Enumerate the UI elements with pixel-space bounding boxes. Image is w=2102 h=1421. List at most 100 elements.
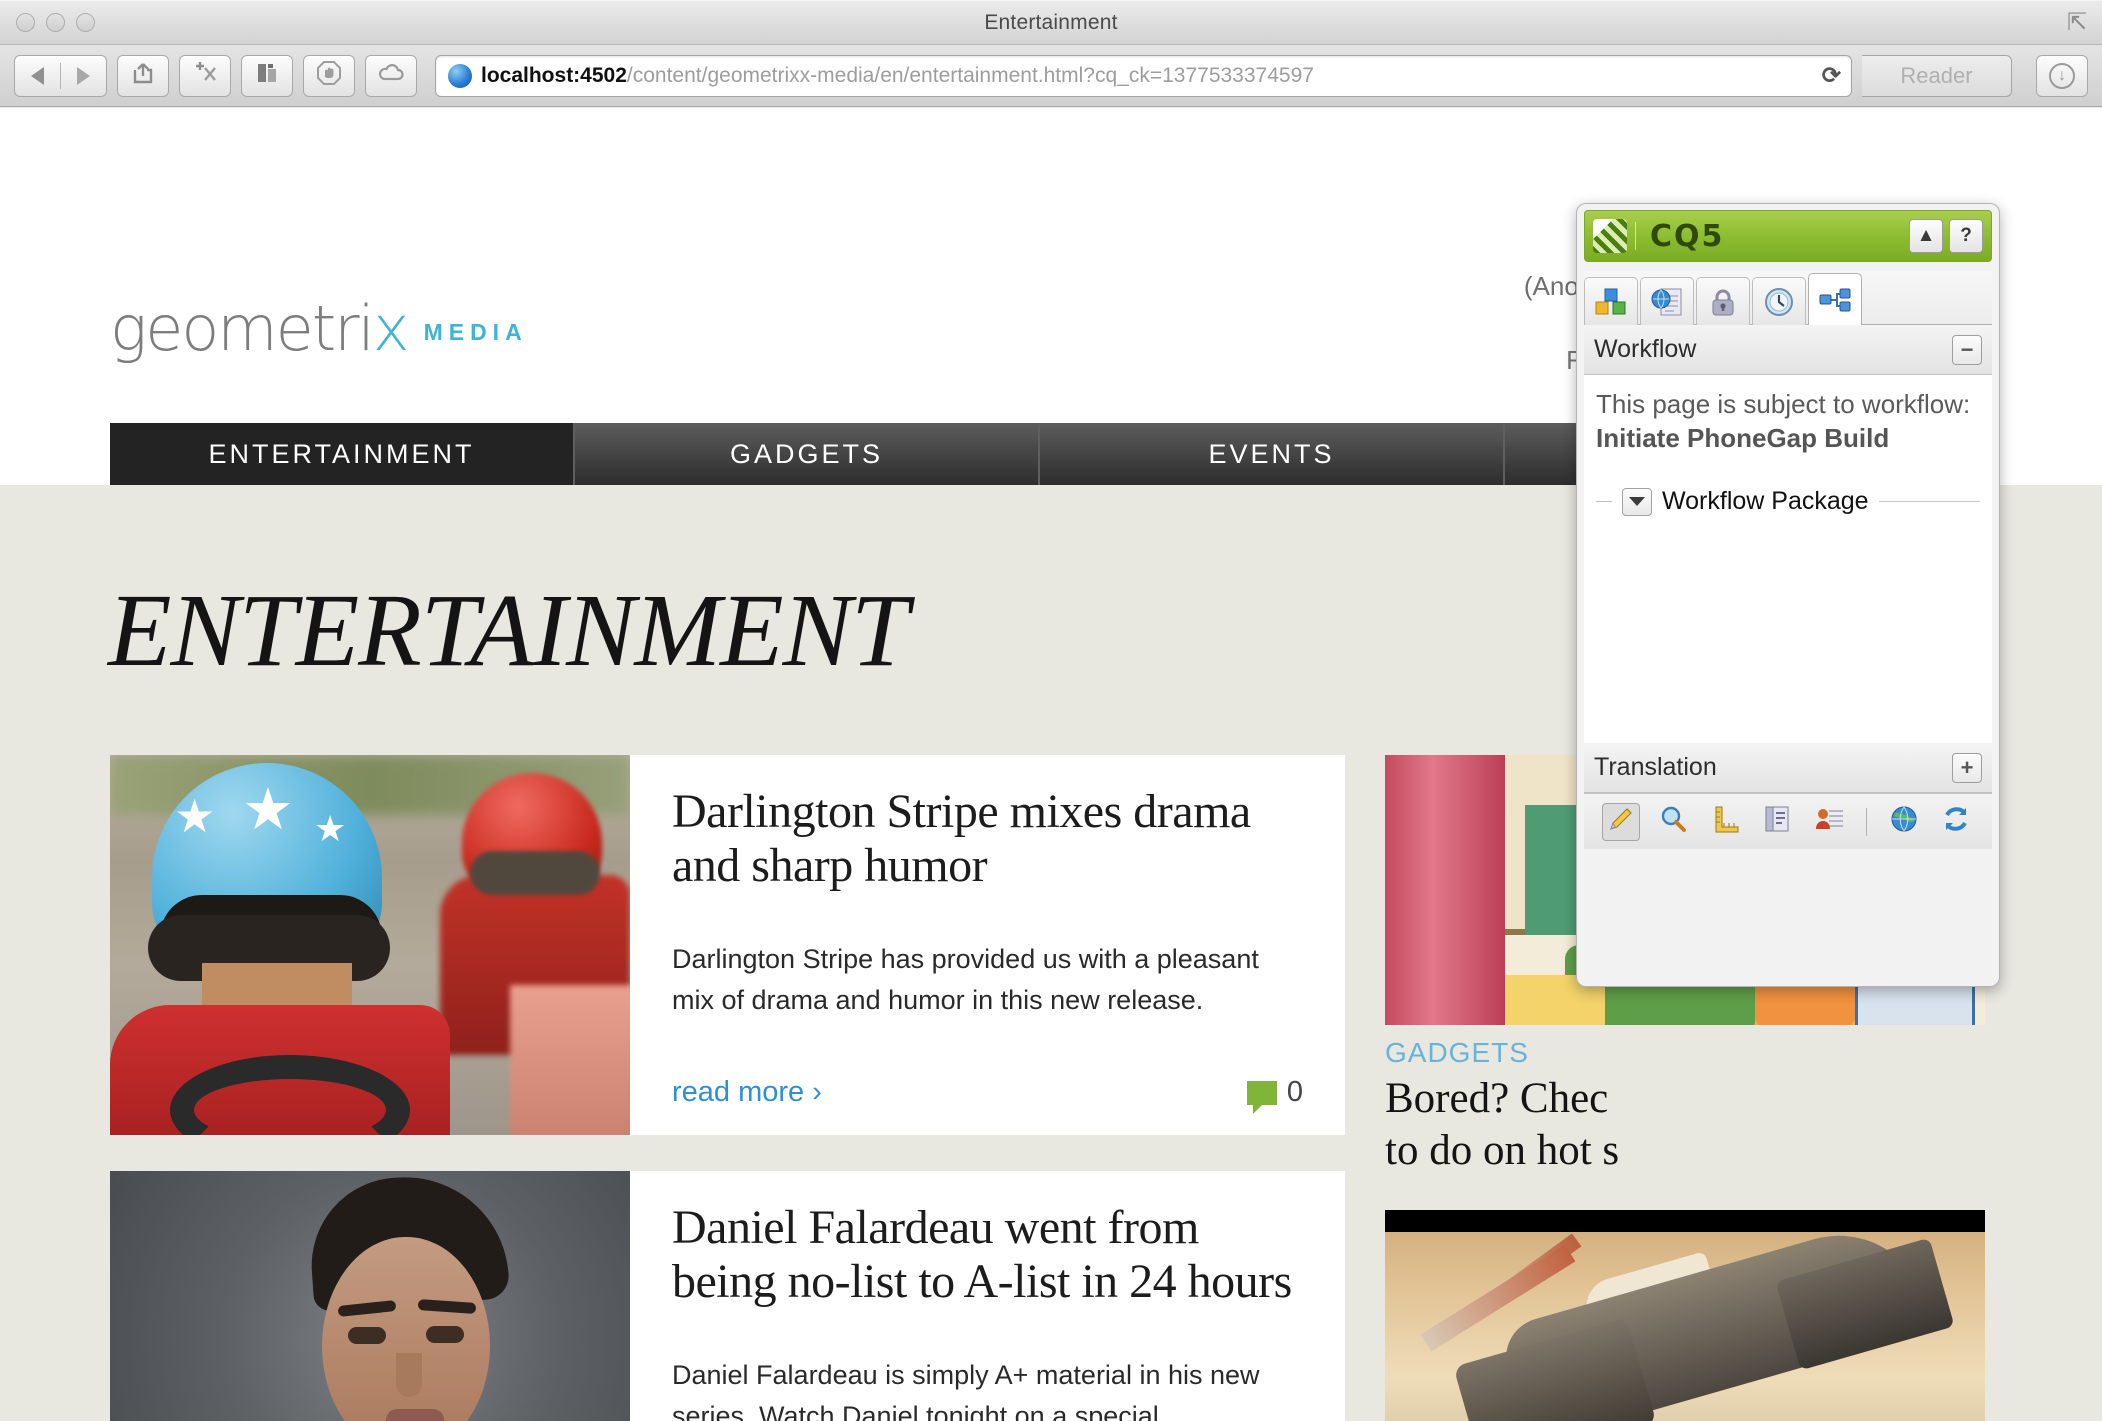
reader-button[interactable]: Reader — [1862, 55, 2012, 97]
article-image — [110, 1171, 630, 1421]
workflow-name: Initiate PhoneGap Build — [1596, 421, 1980, 455]
article-card[interactable]: Daniel Falardeau went from being no-list… — [110, 1171, 1345, 1421]
workflow-notice: This page is subject to workflow: — [1596, 389, 1980, 421]
back-forward-button[interactable] — [14, 55, 107, 97]
fullscreen-icon[interactable]: ⇱ — [2064, 10, 2090, 36]
sidebar-title-line: to do on hot s — [1385, 1125, 1985, 1177]
ruler-icon — [1711, 805, 1739, 838]
browser-toolbar: localhost:4502 /content/geometrixx-media… — [0, 45, 2102, 107]
page-title: ENTERTAINMENT — [108, 571, 908, 690]
article-card[interactable]: ★ ★ ★ — [110, 755, 1345, 1135]
sidebar-image — [1385, 1210, 1985, 1421]
refresh-button[interactable] — [1937, 803, 1975, 841]
design-mode-button[interactable] — [1706, 803, 1744, 841]
translation-section-header[interactable]: Translation + — [1584, 743, 1992, 793]
divider — [1879, 501, 1980, 502]
workflow-package-row[interactable]: Workflow Package — [1596, 487, 1980, 516]
add-bookmark-button[interactable] — [179, 55, 231, 97]
globe-document-icon — [1651, 287, 1683, 317]
cq5-tabstrip — [1584, 271, 1992, 325]
tab-components[interactable] — [1584, 277, 1638, 325]
clock-icon — [1764, 287, 1794, 317]
downloads-button[interactable]: ↓ — [2036, 55, 2088, 97]
cloud-button[interactable] — [365, 55, 417, 97]
tab-security[interactable] — [1696, 277, 1750, 325]
chevron-down-icon[interactable] — [1622, 488, 1652, 516]
cq5-product-name: CQ5 — [1650, 219, 1724, 254]
comment-count: 0 — [1287, 1076, 1303, 1109]
nav-item-gadgets[interactable]: GADGETS — [575, 423, 1040, 485]
browser-window: Entertainment ⇱ — [0, 0, 2102, 1420]
annotate-mode-button[interactable] — [1758, 803, 1796, 841]
url-host: localhost:4502 — [481, 64, 627, 88]
tab-workflow[interactable] — [1808, 273, 1862, 325]
forward-button[interactable] — [61, 56, 106, 96]
comment-count-group[interactable]: 0 — [1247, 1076, 1303, 1109]
help-icon[interactable]: ? — [1949, 219, 1983, 253]
ghostery-icon — [254, 60, 280, 92]
sidebar-title[interactable]: Bored? Chec to do on hot s — [1385, 1073, 1985, 1176]
article-title[interactable]: Daniel Falardeau went from being no-list… — [672, 1201, 1303, 1309]
cq5-titlebar[interactable]: CQ5 ▲ ? — [1584, 210, 1992, 262]
comment-bubble-icon — [1247, 1081, 1277, 1105]
back-arrow-icon — [31, 67, 44, 85]
person-list-icon — [1815, 805, 1843, 838]
address-bar[interactable]: localhost:4502 /content/geometrixx-media… — [435, 55, 1852, 97]
window-titlebar: Entertainment ⇱ — [0, 1, 2102, 45]
nav-item-entertainment[interactable]: ENTERTAINMENT — [110, 423, 575, 485]
sidebar-kicker[interactable]: GADGETS — [1385, 1037, 1985, 1069]
article-body: Daniel Falardeau went from being no-list… — [630, 1171, 1345, 1421]
share-icon — [130, 60, 156, 92]
article-description: Daniel Falardeau is simply A+ material i… — [672, 1355, 1303, 1421]
cq5-mode-toolbar — [1584, 793, 1992, 849]
window-title: Entertainment — [0, 11, 2102, 35]
go-kart-kid-photo: ★ ★ ★ — [110, 755, 630, 1135]
tab-page-properties[interactable] — [1640, 277, 1694, 325]
globe-icon — [1890, 805, 1918, 838]
divider — [1596, 501, 1612, 502]
sidebar-teaser[interactable]: VIDEO GAMES Hit show Paladin to be turne… — [1385, 1210, 1985, 1421]
url-path: /content/geometrixx-media/en/entertainme… — [627, 64, 1314, 88]
nav-item-events[interactable]: EVENTS — [1040, 423, 1505, 485]
workflow-section-label: Workflow — [1594, 335, 1696, 364]
expand-section-icon[interactable]: + — [1952, 753, 1982, 783]
stop-hand-icon — [316, 60, 342, 92]
forward-arrow-icon — [77, 67, 90, 85]
article-body: Darlington Stripe mixes drama and sharp … — [630, 755, 1345, 1135]
back-button[interactable] — [15, 56, 60, 96]
read-more-link[interactable]: read more › — [672, 1076, 822, 1109]
ghostery-button[interactable] — [241, 55, 293, 97]
tab-versioning[interactable] — [1752, 277, 1806, 325]
workflow-package-label: Workflow Package — [1662, 487, 1869, 516]
document-icon — [1764, 805, 1790, 838]
workflow-nodes-icon — [1819, 286, 1851, 314]
article-description: Darlington Stripe has provided us with a… — [672, 939, 1303, 1023]
collapse-icon[interactable]: ▲ — [1909, 219, 1943, 253]
article-title[interactable]: Darlington Stripe mixes drama and sharp … — [672, 785, 1303, 893]
article-footer: read more › 0 — [672, 1076, 1303, 1109]
workflow-section-body: This page is subject to workflow: Initia… — [1584, 375, 1992, 743]
main-article-column: ★ ★ ★ — [110, 755, 1345, 1421]
site-logo[interactable]: geometrix MEDIA — [110, 304, 528, 354]
add-bookmark-icon — [192, 60, 218, 92]
cq5-sidekick-panel[interactable]: CQ5 ▲ ? — [1576, 203, 2000, 987]
publish-mode-button[interactable] — [1885, 803, 1923, 841]
man-portrait-photo — [110, 1171, 630, 1421]
sidebar-title-line: Bored? Chec — [1385, 1073, 1985, 1125]
refresh-icon — [1942, 805, 1970, 838]
components-cubes-icon — [1595, 287, 1627, 317]
divider — [1866, 808, 1867, 836]
preview-mode-button[interactable] — [1654, 803, 1692, 841]
pencil-icon — [1607, 805, 1635, 838]
share-button[interactable] — [117, 55, 169, 97]
spaceship-artwork — [1385, 1210, 1985, 1421]
workflow-section-header[interactable]: Workflow − — [1584, 325, 1992, 375]
logo-x: x — [373, 292, 408, 365]
adblock-button[interactable] — [303, 55, 355, 97]
targeting-mode-button[interactable] — [1810, 803, 1848, 841]
site-globe-icon — [448, 64, 472, 88]
download-icon: ↓ — [2049, 63, 2075, 89]
edit-mode-button[interactable] — [1602, 803, 1640, 841]
collapse-section-icon[interactable]: − — [1952, 335, 1982, 365]
reload-icon[interactable]: ⟳ — [1822, 62, 1841, 89]
